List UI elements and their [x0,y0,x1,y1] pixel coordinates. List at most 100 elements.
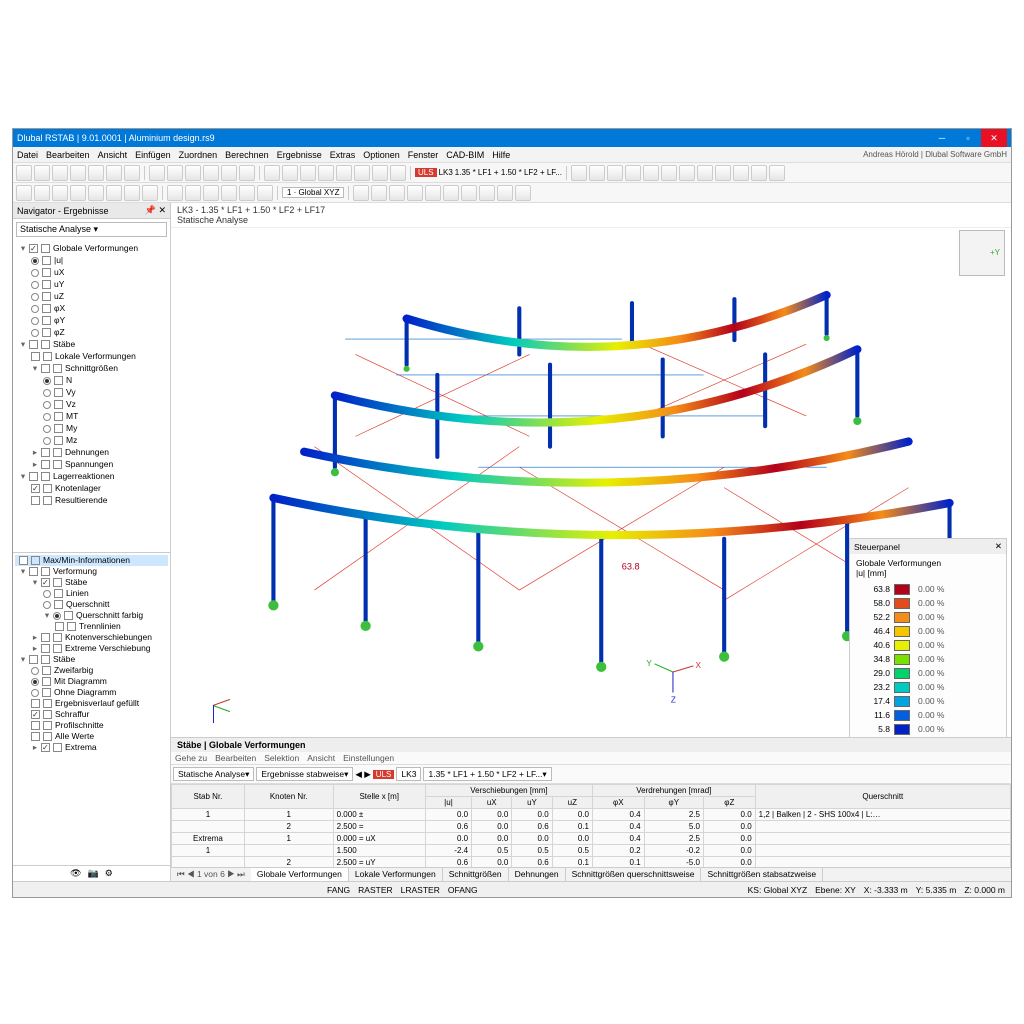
tree-item[interactable]: ▾Stäbe [15,654,168,665]
table-row[interactable]: 22.500 = uY0.60.00.60.10.1-5.00.0 [172,857,1011,868]
tree-item[interactable]: φZ [15,326,168,338]
toolbar-button[interactable] [88,185,104,201]
toolbar-button[interactable] [239,185,255,201]
toolbar-button[interactable] [149,165,165,181]
tree-item[interactable]: Alle Werte [15,731,168,742]
legend-panel[interactable]: Steuerpanel✕ Globale Verformungen |u| [m… [849,538,1007,737]
tree-item[interactable]: Resultierende [15,494,168,506]
tree-item[interactable]: uY [15,278,168,290]
display-tree[interactable]: Max/Min-Informationen▾Verformung▾StäbeLi… [13,552,170,865]
toolbar-button[interactable] [257,185,273,201]
menu-item[interactable]: Berechnen [225,150,269,160]
menu-item[interactable]: CAD-BIM [446,150,484,160]
tree-item[interactable]: ▾Schnittgrößen [15,362,168,374]
tree-item[interactable]: N [15,374,168,386]
toolbar-button[interactable] [16,185,32,201]
minimize-button[interactable]: ─ [929,129,955,147]
tree-item[interactable]: Knotenlager [15,482,168,494]
results-tree[interactable]: ▾Globale Verformungen|u|uXuYuZφXφYφZ▾Stä… [13,240,170,552]
menu-item[interactable]: Datei [17,150,38,160]
analysis-select[interactable]: Statische Analyse ▾ [16,222,167,237]
maximize-button[interactable]: ▫ [955,129,981,147]
orientation-cube[interactable] [959,230,1005,276]
results-tab[interactable]: Schnittgrößen stabsatzweise [701,868,823,881]
results-tab[interactable]: Schnittgrößen querschnittsweise [566,868,702,881]
tree-item[interactable]: ▸Dehnungen [15,446,168,458]
toolbar-combo-label[interactable]: LK3 [439,168,453,177]
toolbar-button[interactable] [425,185,441,201]
toolbar-button[interactable] [221,185,237,201]
tree-item[interactable]: Ohne Diagramm [15,687,168,698]
menu-item[interactable]: Fenster [408,150,439,160]
tree-item[interactable]: uX [15,266,168,278]
toolbar-button[interactable] [353,185,369,201]
toolbar-button[interactable] [372,165,388,181]
toolbar-button[interactable] [34,185,50,201]
toolbar-button[interactable] [221,165,237,181]
toolbar-button[interactable] [88,165,104,181]
tree-item[interactable]: Vy [15,386,168,398]
status-snap[interactable]: FANG [327,885,350,895]
toolbar-button[interactable] [167,165,183,181]
toolbar-button[interactable] [607,165,623,181]
camera-icon[interactable]: 📷 [88,868,99,879]
toolbar-button[interactable] [239,165,255,181]
filter-icon[interactable]: ⚙ [105,868,113,879]
toolbar-button[interactable] [70,165,86,181]
tree-item[interactable]: MT [15,410,168,422]
toolbar-button[interactable] [461,185,477,201]
tree-item[interactable]: |u| [15,254,168,266]
status-osnap[interactable]: OFANG [448,885,478,895]
tree-item[interactable]: Schraffur [15,709,168,720]
toolbar-button[interactable] [643,165,659,181]
toolbar-button[interactable] [715,165,731,181]
tree-item[interactable]: Querschnitt [15,599,168,610]
menu-item[interactable]: Einfügen [135,150,171,160]
toolbar-button[interactable] [124,165,140,181]
toolbar-button[interactable] [697,165,713,181]
tree-item[interactable]: ▸Extreme Verschiebung [15,643,168,654]
menu-item[interactable]: Optionen [363,150,400,160]
table-row[interactable]: 11.500-2.40.50.50.50.2-0.20.0 [172,845,1011,857]
toolbar-button[interactable] [389,185,405,201]
tree-item[interactable]: ▸Spannungen [15,458,168,470]
filter-analysis[interactable]: Statische Analyse ▾ [173,767,254,781]
tree-item[interactable]: My [15,422,168,434]
tree-item[interactable]: Vz [15,398,168,410]
results-pager[interactable]: ⏮ ◀ 1 von 6 ▶ ⏭ [171,868,251,881]
tree-item[interactable]: Zweifarbig [15,665,168,676]
status-lgrid[interactable]: LRASTER [401,885,440,895]
coord-system-select[interactable]: 1 · Global XYZ [282,187,344,198]
tree-item[interactable]: ▾Lagerreaktionen [15,470,168,482]
toolbar-button[interactable] [407,185,423,201]
menu-item[interactable]: Bearbeiten [46,150,90,160]
tree-item[interactable]: Mz [15,434,168,446]
table-row[interactable]: 22.500 =0.60.00.60.10.45.00.0 [172,821,1011,833]
tree-item[interactable]: Max/Min-Informationen [15,555,168,566]
toolbar-combo-text[interactable]: 1.35 * LF1 + 1.50 * LF2 + LF... [455,168,562,177]
toolbar-button[interactable] [497,185,513,201]
toolbar-button[interactable] [661,165,677,181]
results-menu-item[interactable]: Selektion [264,753,299,763]
table-row[interactable]: Extrema10.000 = uX0.00.00.00.00.42.50.0 [172,833,1011,845]
tree-item[interactable]: Lokale Verformungen [15,350,168,362]
legend-close-icon[interactable]: ✕ [995,541,1002,552]
results-tab[interactable]: Globale Verformungen [251,868,349,881]
toolbar-button[interactable] [371,185,387,201]
tree-item[interactable]: Profilschnitte [15,720,168,731]
results-menu-item[interactable]: Einstellungen [343,753,394,763]
toolbar-button[interactable] [679,165,695,181]
toolbar-button[interactable] [142,185,158,201]
tree-item[interactable]: ▾Verformung [15,566,168,577]
toolbar-button[interactable] [124,185,140,201]
toolbar-button[interactable] [203,185,219,201]
toolbar-button[interactable] [751,165,767,181]
toolbar-button[interactable] [354,165,370,181]
toolbar-button[interactable] [52,185,68,201]
results-menu-item[interactable]: Gehe zu [175,753,207,763]
toolbar-button[interactable] [16,165,32,181]
results-menu-item[interactable]: Bearbeiten [215,753,256,763]
filter-combo[interactable]: 1.35 * LF1 + 1.50 * LF2 + LF... ▾ [423,767,551,781]
menu-item[interactable]: Ansicht [98,150,128,160]
tree-item[interactable]: Trennlinien [15,621,168,632]
